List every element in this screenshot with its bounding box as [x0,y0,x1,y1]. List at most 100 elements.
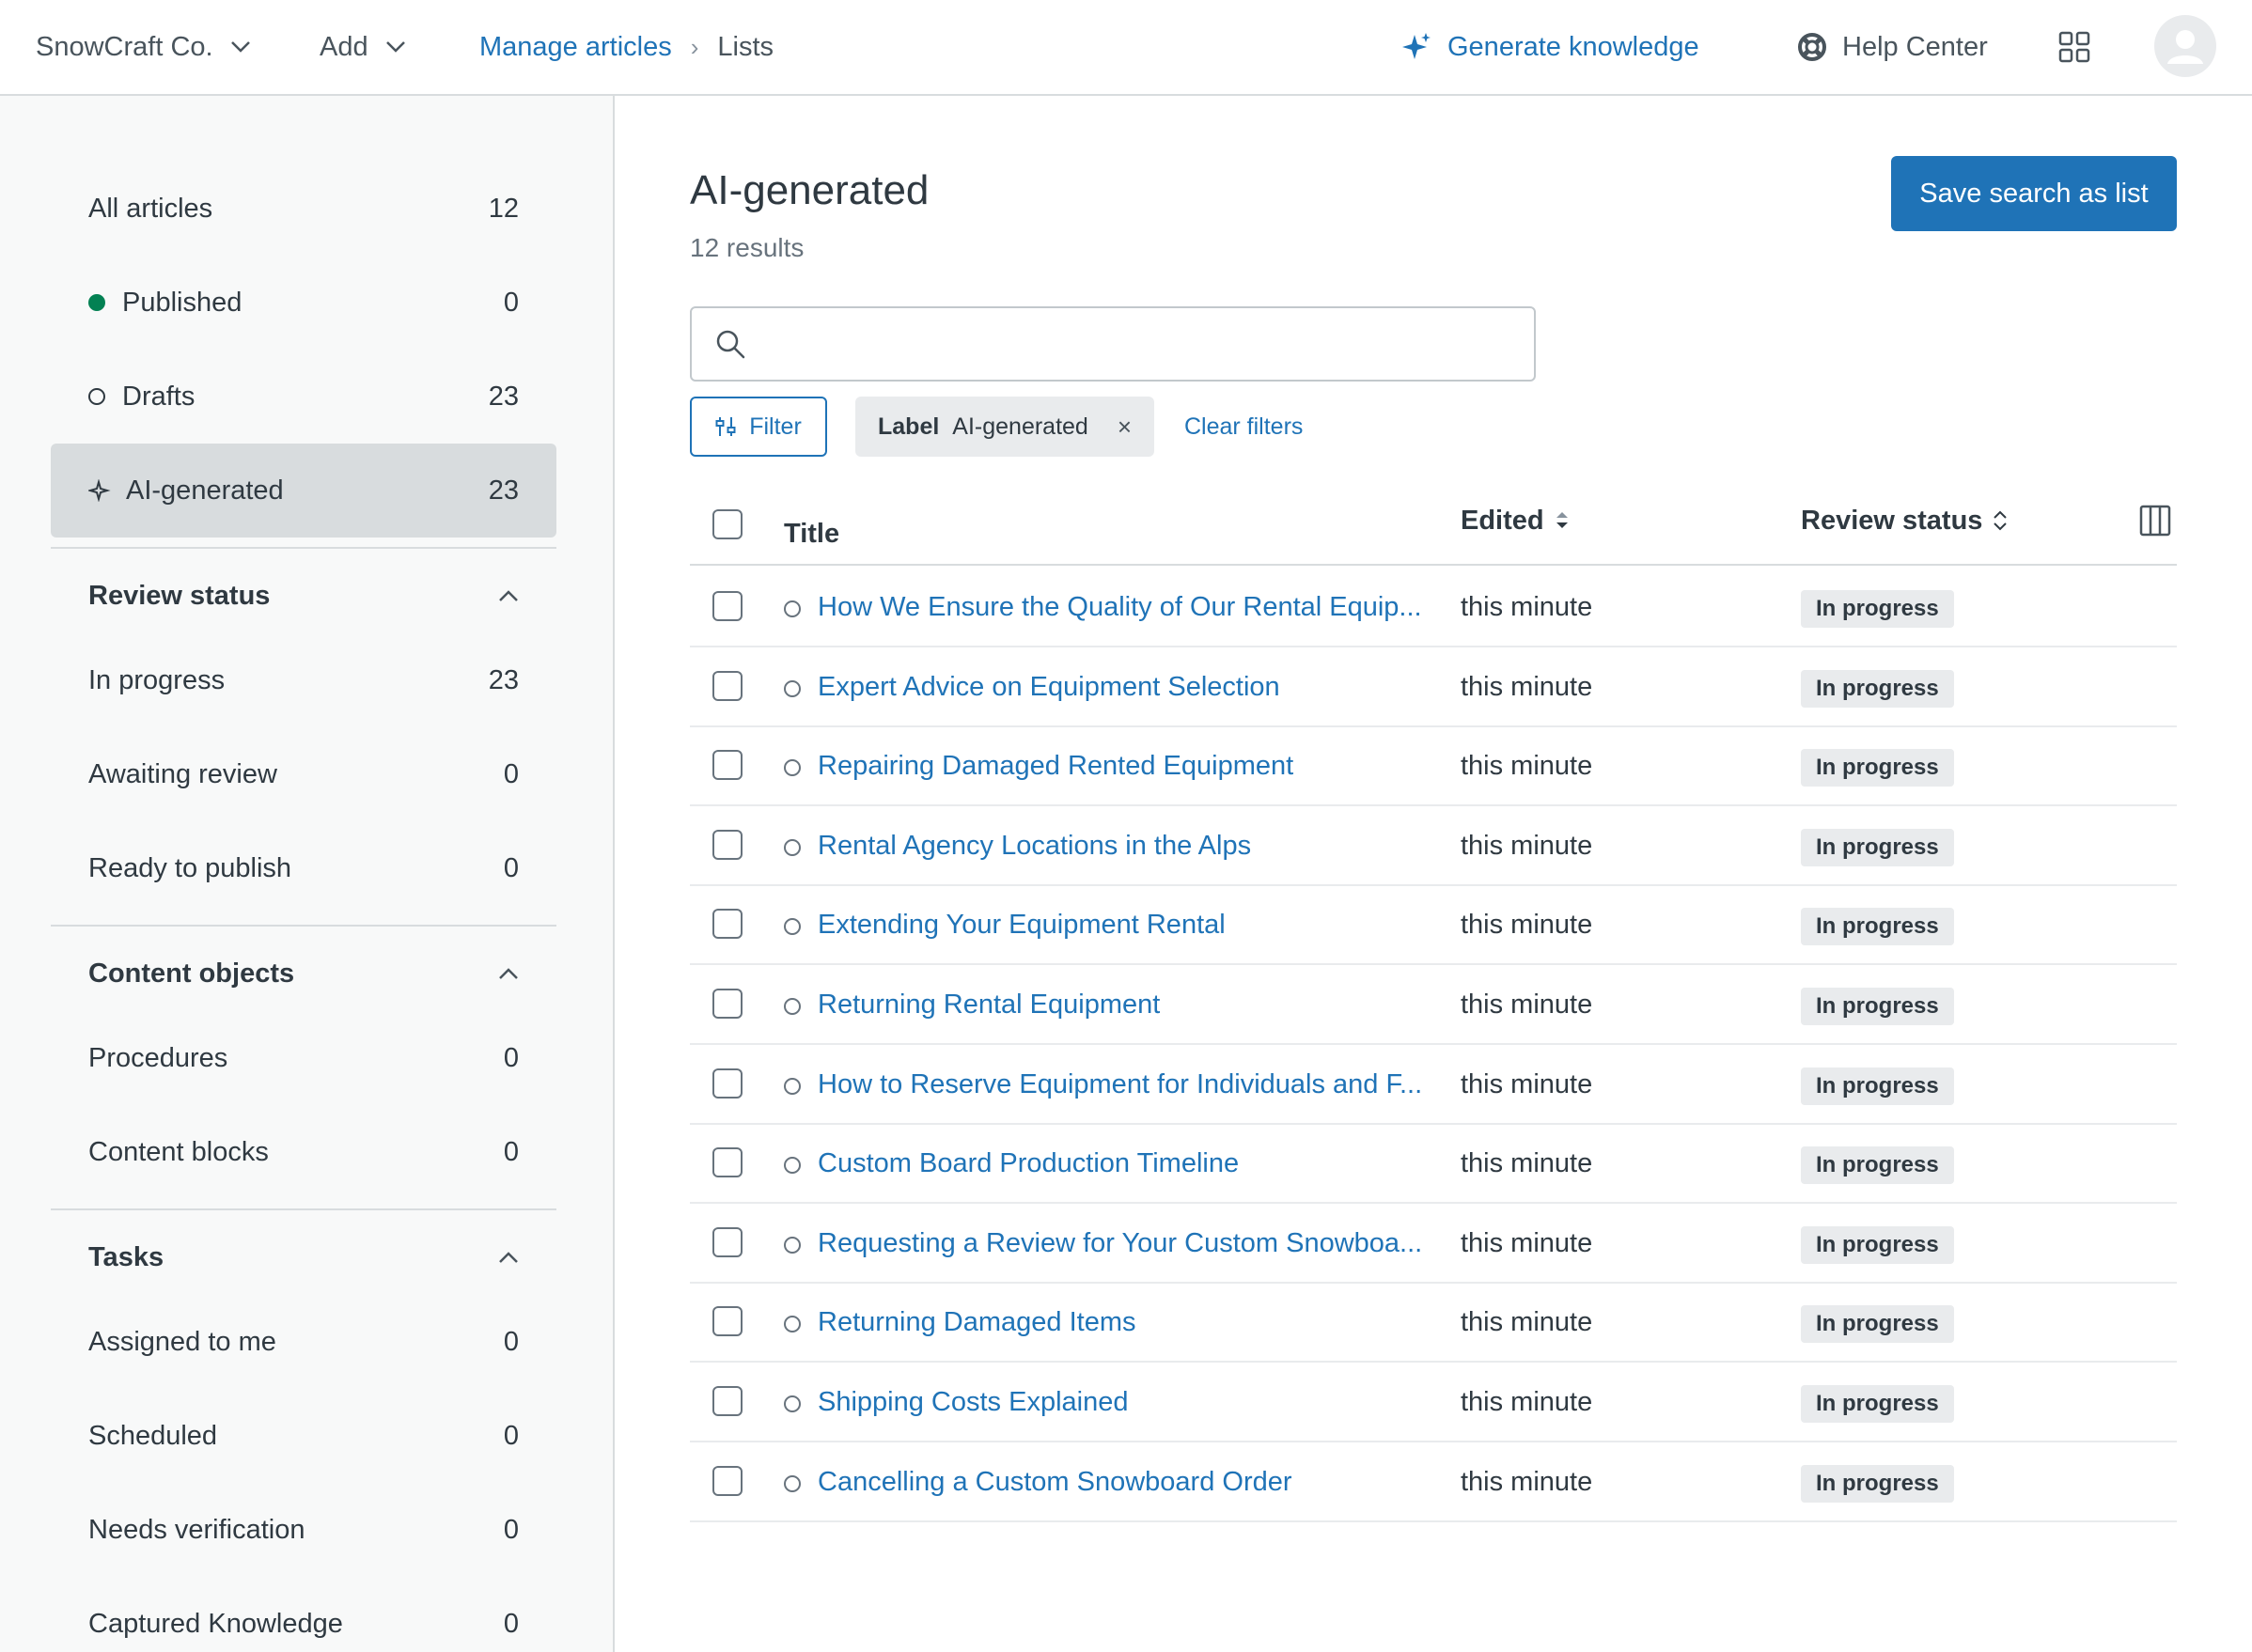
sidebar-item-needs-verification[interactable]: Needs verification 0 [51,1483,556,1577]
help-center-label: Help Center [1842,31,1988,62]
sidebar-item-label: Awaiting review [88,758,277,789]
filter-label: Filter [749,413,802,440]
draft-circle-icon [784,1474,801,1492]
article-title-link[interactable]: Custom Board Production Timeline [818,1124,1239,1204]
close-icon[interactable]: × [1118,413,1132,442]
sidebar-item-captured-knowledge[interactable]: Captured Knowledge 0 [51,1577,556,1652]
chevron-down-icon [385,41,405,53]
select-all-checkbox[interactable] [712,509,743,539]
table-row: How to Reserve Equipment for Individuals… [690,1045,2177,1125]
table-row: Requesting a Review for Your Custom Snow… [690,1204,2177,1284]
row-checkbox[interactable] [712,670,743,701]
row-checkbox[interactable] [712,989,743,1019]
table-row: How We Ensure the Quality of Our Rental … [690,568,2177,647]
row-checkbox[interactable] [712,829,743,860]
sidebar-item-count: 12 [488,193,519,224]
clear-filters-link[interactable]: Clear filters [1184,397,1303,457]
page-title: AI-generated [690,167,930,213]
breadcrumb-manage-articles[interactable]: Manage articles [479,32,672,63]
apps-grid-icon [2058,31,2090,63]
help-center-link[interactable]: Help Center [1797,0,1988,94]
article-title-link[interactable]: How We Ensure the Quality of Our Rental … [818,568,1422,647]
article-title-link[interactable]: Rental Agency Locations in the Alps [818,806,1251,886]
article-title-link[interactable]: Cancelling a Custom Snowboard Order [818,1442,1292,1522]
status-badge: In progress [1801,828,1954,866]
status-badge: In progress [1801,669,1954,708]
apps-grid-button[interactable] [2058,0,2090,94]
sidebar-item-drafts[interactable]: Drafts 23 [51,350,556,444]
column-edited-sort[interactable]: Edited [1461,479,1571,562]
row-checkbox[interactable] [712,750,743,781]
draft-circle-icon [784,1395,801,1412]
columns-icon [2139,505,2171,537]
row-checkbox[interactable] [712,1226,743,1257]
avatar[interactable] [2154,15,2216,77]
article-title-link[interactable]: Repairing Damaged Rented Equipment [818,726,1293,806]
status-badge: In progress [1801,988,1954,1025]
generate-knowledge-label: Generate knowledge [1447,31,1699,62]
sidebar: All articles 12 Published 0 Drafts 23 AI… [0,96,615,1652]
section-review-status[interactable]: Review status [51,549,556,643]
article-title-link[interactable]: Returning Rental Equipment [818,965,1160,1045]
sidebar-item-count: 23 [488,475,519,506]
sidebar-item-label: Captured Knowledge [88,1608,343,1639]
draft-circle-icon [784,918,801,936]
save-search-as-list-button[interactable]: Save search as list [1891,156,2177,231]
brand-switcher[interactable]: SnowCraft Co. [36,0,251,94]
sidebar-item-ready-to-publish[interactable]: Ready to publish 0 [51,821,556,915]
sidebar-item-in-progress[interactable]: In progress 23 [51,633,556,727]
column-review-status-sort[interactable]: Review status [1801,479,2009,562]
filter-tag-label: Label AI-generated × [855,397,1154,457]
article-title-link[interactable]: Shipping Costs Explained [818,1363,1128,1442]
sidebar-item-count: 0 [503,758,519,789]
row-checkbox[interactable] [712,1465,743,1496]
sidebar-item-all-articles[interactable]: All articles 12 [51,162,556,256]
article-title-link[interactable]: How to Reserve Equipment for Individuals… [818,1045,1422,1125]
sidebar-item-content-blocks[interactable]: Content blocks 0 [51,1105,556,1199]
sidebar-item-assigned-to-me[interactable]: Assigned to me 0 [51,1295,556,1389]
article-title-link[interactable]: Extending Your Equipment Rental [818,885,1226,965]
table-row: Shipping Costs Explained this minute In pr… [690,1363,2177,1442]
row-checkbox[interactable] [712,1386,743,1416]
table-row: Extending Your Equipment Rental this minu… [690,885,2177,966]
table-row: Expert Advice on Equipment Selection this… [690,647,2177,727]
status-badge: In progress [1801,1146,1954,1185]
draft-circle-icon [784,600,801,617]
published-dot-icon [88,294,105,311]
sidebar-item-awaiting-review[interactable]: Awaiting review 0 [51,727,556,821]
edited-time: this minute [1461,1307,1593,1338]
sidebar-item-scheduled[interactable]: Scheduled 0 [51,1389,556,1483]
column-edited-label: Edited [1461,505,1544,536]
column-review-label: Review status [1801,505,1983,536]
row-checkbox[interactable] [712,591,743,621]
column-settings-button[interactable] [2130,479,2171,562]
row-checkbox[interactable] [712,909,743,940]
article-title-link[interactable]: Returning Damaged Items [818,1283,1136,1363]
section-tasks[interactable]: Tasks [51,1210,556,1304]
breadcrumb: Manage articles › Lists [479,0,774,94]
search-input[interactable] [761,329,1534,359]
filter-button[interactable]: Filter [690,397,827,457]
edited-time: this minute [1461,671,1593,702]
edited-time: this minute [1461,1068,1593,1099]
article-title-link[interactable]: Requesting a Review for Your Custom Snow… [818,1204,1422,1284]
row-checkbox[interactable] [712,1147,743,1178]
row-checkbox[interactable] [712,1306,743,1337]
sidebar-item-ai-generated[interactable]: AI-generated 23 [51,444,556,538]
sidebar-item-label: Scheduled [88,1420,218,1451]
article-title-link[interactable]: Expert Advice on Equipment Selection [818,647,1280,727]
draft-circle-icon [784,759,801,777]
section-content-objects[interactable]: Content objects [51,927,556,1021]
breadcrumb-current: Lists [717,31,774,62]
generate-knowledge-button[interactable]: Generate knowledge [1400,0,1699,94]
sidebar-item-published[interactable]: Published 0 [51,256,556,350]
sidebar-item-procedures[interactable]: Procedures 0 [51,1011,556,1105]
sliders-icon [715,417,736,436]
edited-time: this minute [1461,1148,1593,1179]
add-menu[interactable]: Add [320,0,406,94]
sidebar-item-count: 0 [503,1326,519,1357]
chevron-up-icon [499,1252,518,1263]
sort-icon [1994,510,2008,531]
chevron-up-icon [499,968,518,979]
row-checkbox[interactable] [712,1068,743,1099]
